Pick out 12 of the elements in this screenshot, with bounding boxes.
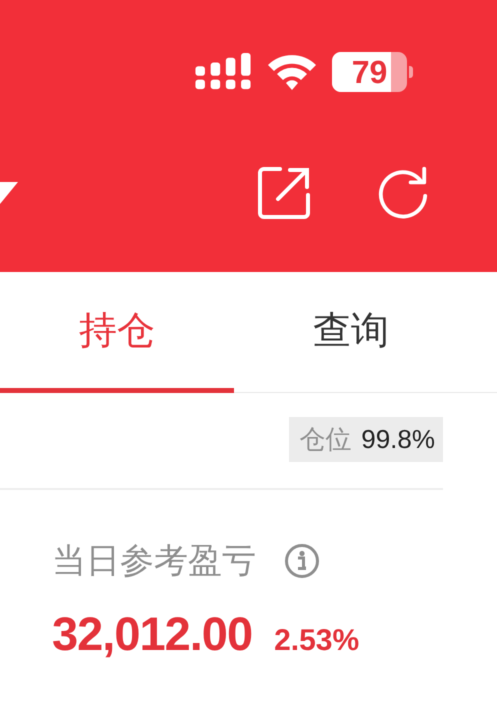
info-icon[interactable] — [284, 543, 320, 579]
pnl-value: 32,012.00 — [52, 606, 252, 661]
position-label: 仓位 — [299, 424, 352, 457]
tab[interactable]: 查询 — [234, 272, 468, 393]
pnl-label: 当日参考盈亏 — [52, 540, 256, 583]
pnl-percent: 2.53% — [274, 624, 360, 658]
share-icon[interactable] — [256, 164, 312, 222]
dropdown-triangle-icon[interactable] — [0, 182, 18, 204]
wifi-icon — [266, 53, 318, 91]
tab[interactable]: 持仓 — [0, 272, 234, 393]
signal-icon — [194, 53, 252, 91]
position-value: 99.8% — [361, 424, 435, 455]
